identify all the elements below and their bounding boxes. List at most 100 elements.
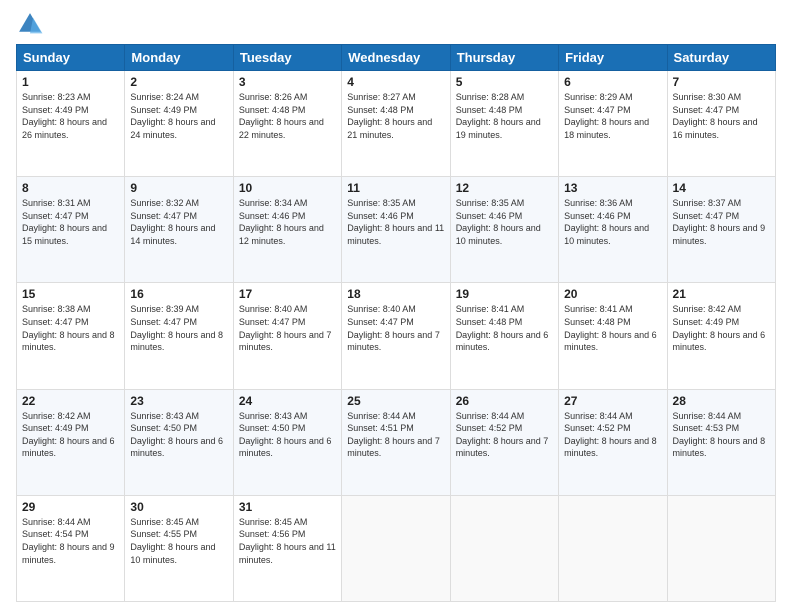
week-row-4: 22 Sunrise: 8:42 AMSunset: 4:49 PMDayligh… bbox=[17, 389, 776, 495]
day-info: Sunrise: 8:34 AMSunset: 4:46 PMDaylight:… bbox=[239, 197, 336, 247]
day-cell: 19 Sunrise: 8:41 AMSunset: 4:48 PMDayligh… bbox=[450, 283, 558, 389]
day-info: Sunrise: 8:41 AMSunset: 4:48 PMDaylight:… bbox=[456, 303, 553, 353]
week-row-2: 8 Sunrise: 8:31 AMSunset: 4:47 PMDaylight… bbox=[17, 177, 776, 283]
day-cell: 22 Sunrise: 8:42 AMSunset: 4:49 PMDayligh… bbox=[17, 389, 125, 495]
day-cell: 16 Sunrise: 8:39 AMSunset: 4:47 PMDayligh… bbox=[125, 283, 233, 389]
day-number: 31 bbox=[239, 500, 336, 514]
day-info: Sunrise: 8:44 AMSunset: 4:53 PMDaylight:… bbox=[673, 410, 770, 460]
day-info: Sunrise: 8:31 AMSunset: 4:47 PMDaylight:… bbox=[22, 197, 119, 247]
day-cell: 29Sunrise: 8:44 AMSunset: 4:54 PMDayligh… bbox=[17, 495, 125, 601]
header bbox=[16, 10, 776, 38]
day-info: Sunrise: 8:38 AMSunset: 4:47 PMDaylight:… bbox=[22, 303, 119, 353]
day-cell: 17Sunrise: 8:40 AMSunset: 4:47 PMDayligh… bbox=[233, 283, 341, 389]
day-number: 27 bbox=[564, 394, 661, 408]
day-cell bbox=[342, 495, 450, 601]
day-info: Sunrise: 8:43 AMSunset: 4:50 PMDaylight:… bbox=[130, 410, 227, 460]
day-number: 17 bbox=[239, 287, 336, 301]
day-number: 16 bbox=[130, 287, 227, 301]
day-cell: 13 Sunrise: 8:36 AMSunset: 4:46 PMDayligh… bbox=[559, 177, 667, 283]
day-number: 18 bbox=[347, 287, 444, 301]
day-cell: 14 Sunrise: 8:37 AMSunset: 4:47 PMDayligh… bbox=[667, 177, 775, 283]
week-row-3: 15 Sunrise: 8:38 AMSunset: 4:47 PMDayligh… bbox=[17, 283, 776, 389]
day-number: 9 bbox=[130, 181, 227, 195]
day-info: Sunrise: 8:42 AMSunset: 4:49 PMDaylight:… bbox=[22, 410, 119, 460]
day-cell: 9 Sunrise: 8:32 AMSunset: 4:47 PMDaylight… bbox=[125, 177, 233, 283]
day-info: Sunrise: 8:43 AMSunset: 4:50 PMDaylight:… bbox=[239, 410, 336, 460]
day-number: 3 bbox=[239, 75, 336, 89]
page: SundayMondayTuesdayWednesdayThursdayFrid… bbox=[0, 0, 792, 612]
day-info: Sunrise: 8:23 AMSunset: 4:49 PMDaylight:… bbox=[22, 91, 119, 141]
day-number: 1 bbox=[22, 75, 119, 89]
day-cell: 12 Sunrise: 8:35 AMSunset: 4:46 PMDayligh… bbox=[450, 177, 558, 283]
day-cell: 31 Sunrise: 8:45 AMSunset: 4:56 PMDayligh… bbox=[233, 495, 341, 601]
weekday-header-thursday: Thursday bbox=[450, 45, 558, 71]
day-cell: 25 Sunrise: 8:44 AMSunset: 4:51 PMDayligh… bbox=[342, 389, 450, 495]
day-info: Sunrise: 8:26 AMSunset: 4:48 PMDaylight:… bbox=[239, 91, 336, 141]
day-cell: 23Sunrise: 8:43 AMSunset: 4:50 PMDayligh… bbox=[125, 389, 233, 495]
day-cell: 15 Sunrise: 8:38 AMSunset: 4:47 PMDayligh… bbox=[17, 283, 125, 389]
day-number: 13 bbox=[564, 181, 661, 195]
day-number: 28 bbox=[673, 394, 770, 408]
day-cell: 6 Sunrise: 8:29 AMSunset: 4:47 PMDaylight… bbox=[559, 71, 667, 177]
day-info: Sunrise: 8:42 AMSunset: 4:49 PMDaylight:… bbox=[673, 303, 770, 353]
day-cell: 30 Sunrise: 8:45 AMSunset: 4:55 PMDayligh… bbox=[125, 495, 233, 601]
day-info: Sunrise: 8:44 AMSunset: 4:51 PMDaylight:… bbox=[347, 410, 444, 460]
day-number: 11 bbox=[347, 181, 444, 195]
day-info: Sunrise: 8:28 AMSunset: 4:48 PMDaylight:… bbox=[456, 91, 553, 141]
day-info: Sunrise: 8:36 AMSunset: 4:46 PMDaylight:… bbox=[564, 197, 661, 247]
weekday-header-sunday: Sunday bbox=[17, 45, 125, 71]
weekday-header-wednesday: Wednesday bbox=[342, 45, 450, 71]
day-info: Sunrise: 8:32 AMSunset: 4:47 PMDaylight:… bbox=[130, 197, 227, 247]
day-number: 14 bbox=[673, 181, 770, 195]
weekday-header-row: SundayMondayTuesdayWednesdayThursdayFrid… bbox=[17, 45, 776, 71]
day-number: 20 bbox=[564, 287, 661, 301]
day-info: Sunrise: 8:24 AMSunset: 4:49 PMDaylight:… bbox=[130, 91, 227, 141]
day-cell bbox=[450, 495, 558, 601]
logo bbox=[16, 10, 48, 38]
day-info: Sunrise: 8:44 AMSunset: 4:52 PMDaylight:… bbox=[456, 410, 553, 460]
day-info: Sunrise: 8:35 AMSunset: 4:46 PMDaylight:… bbox=[456, 197, 553, 247]
day-number: 29 bbox=[22, 500, 119, 514]
day-cell: 1 Sunrise: 8:23 AMSunset: 4:49 PMDaylight… bbox=[17, 71, 125, 177]
day-cell: 3 Sunrise: 8:26 AMSunset: 4:48 PMDaylight… bbox=[233, 71, 341, 177]
calendar-table: SundayMondayTuesdayWednesdayThursdayFrid… bbox=[16, 44, 776, 602]
day-cell bbox=[559, 495, 667, 601]
day-cell: 26 Sunrise: 8:44 AMSunset: 4:52 PMDayligh… bbox=[450, 389, 558, 495]
day-number: 22 bbox=[22, 394, 119, 408]
day-cell: 10Sunrise: 8:34 AMSunset: 4:46 PMDayligh… bbox=[233, 177, 341, 283]
day-cell: 11 Sunrise: 8:35 AMSunset: 4:46 PMDayligh… bbox=[342, 177, 450, 283]
day-number: 4 bbox=[347, 75, 444, 89]
day-cell: 7Sunrise: 8:30 AMSunset: 4:47 PMDaylight… bbox=[667, 71, 775, 177]
week-row-1: 1 Sunrise: 8:23 AMSunset: 4:49 PMDaylight… bbox=[17, 71, 776, 177]
day-cell: 2 Sunrise: 8:24 AMSunset: 4:49 PMDaylight… bbox=[125, 71, 233, 177]
day-number: 25 bbox=[347, 394, 444, 408]
day-info: Sunrise: 8:39 AMSunset: 4:47 PMDaylight:… bbox=[130, 303, 227, 353]
day-info: Sunrise: 8:35 AMSunset: 4:46 PMDaylight:… bbox=[347, 197, 444, 247]
day-cell: 27Sunrise: 8:44 AMSunset: 4:52 PMDayligh… bbox=[559, 389, 667, 495]
day-cell: 20 Sunrise: 8:41 AMSunset: 4:48 PMDayligh… bbox=[559, 283, 667, 389]
day-info: Sunrise: 8:29 AMSunset: 4:47 PMDaylight:… bbox=[564, 91, 661, 141]
week-row-5: 29Sunrise: 8:44 AMSunset: 4:54 PMDayligh… bbox=[17, 495, 776, 601]
day-number: 15 bbox=[22, 287, 119, 301]
day-cell: 24Sunrise: 8:43 AMSunset: 4:50 PMDayligh… bbox=[233, 389, 341, 495]
day-number: 2 bbox=[130, 75, 227, 89]
day-number: 12 bbox=[456, 181, 553, 195]
day-number: 19 bbox=[456, 287, 553, 301]
day-number: 6 bbox=[564, 75, 661, 89]
day-info: Sunrise: 8:45 AMSunset: 4:56 PMDaylight:… bbox=[239, 516, 336, 566]
weekday-header-friday: Friday bbox=[559, 45, 667, 71]
day-info: Sunrise: 8:45 AMSunset: 4:55 PMDaylight:… bbox=[130, 516, 227, 566]
day-number: 8 bbox=[22, 181, 119, 195]
day-cell: 5 Sunrise: 8:28 AMSunset: 4:48 PMDaylight… bbox=[450, 71, 558, 177]
day-info: Sunrise: 8:37 AMSunset: 4:47 PMDaylight:… bbox=[673, 197, 770, 247]
day-cell: 18Sunrise: 8:40 AMSunset: 4:47 PMDayligh… bbox=[342, 283, 450, 389]
day-cell bbox=[667, 495, 775, 601]
day-number: 30 bbox=[130, 500, 227, 514]
day-info: Sunrise: 8:41 AMSunset: 4:48 PMDaylight:… bbox=[564, 303, 661, 353]
day-info: Sunrise: 8:30 AMSunset: 4:47 PMDaylight:… bbox=[673, 91, 770, 141]
day-number: 21 bbox=[673, 287, 770, 301]
day-number: 26 bbox=[456, 394, 553, 408]
logo-icon bbox=[16, 10, 44, 38]
day-cell: 21 Sunrise: 8:42 AMSunset: 4:49 PMDayligh… bbox=[667, 283, 775, 389]
day-number: 5 bbox=[456, 75, 553, 89]
